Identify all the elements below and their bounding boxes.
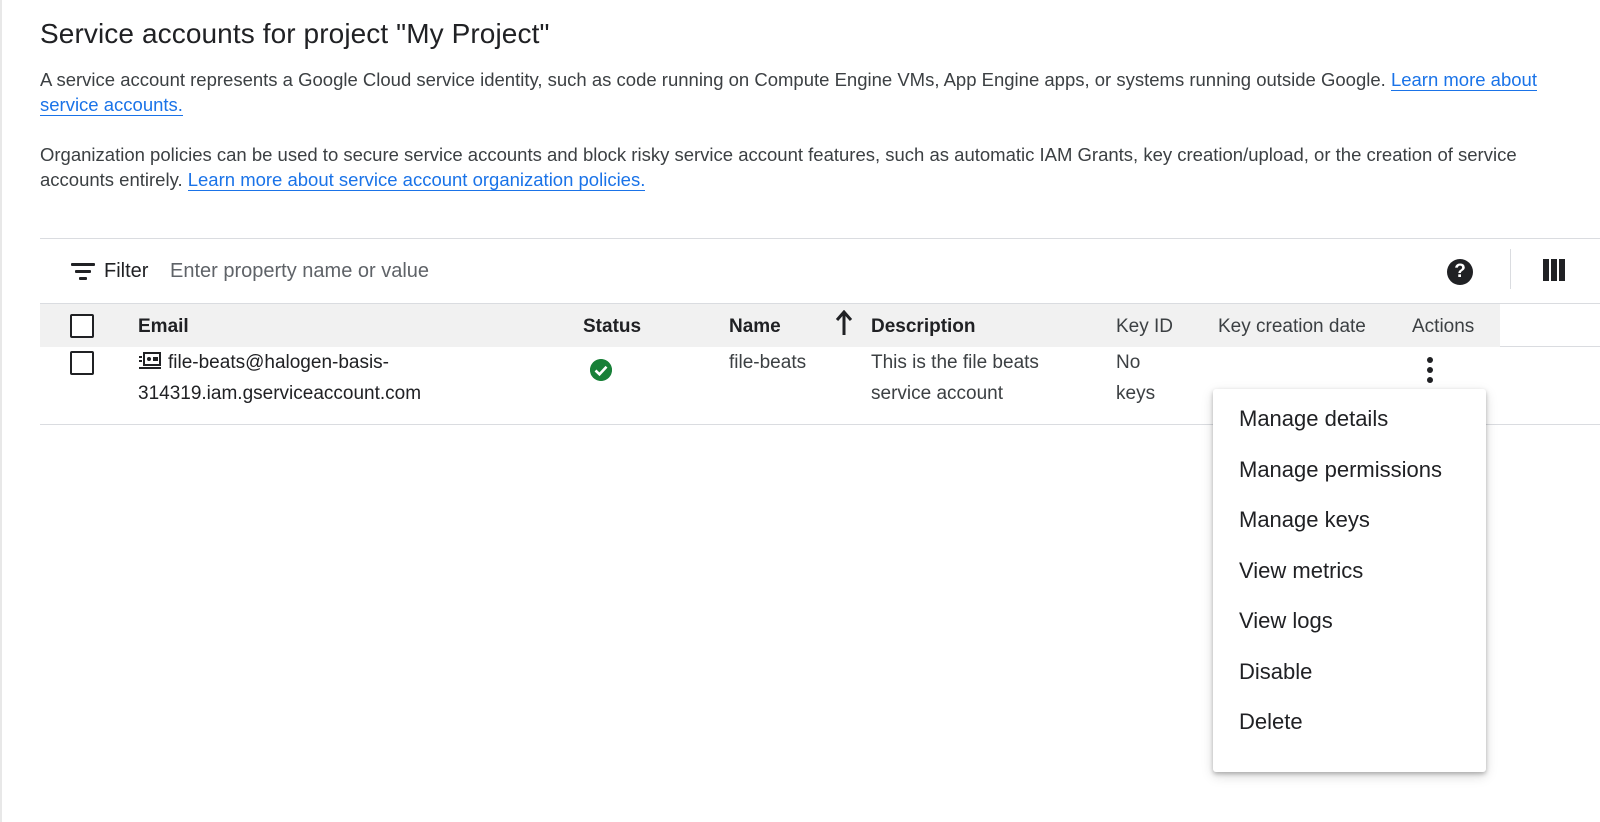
intro-paragraph: A service account represents a Google Cl…: [40, 67, 1565, 117]
policy-paragraph: Organization policies can be used to sec…: [40, 142, 1565, 192]
column-header-actions: Actions: [1412, 316, 1475, 337]
learn-more-org-policies-link[interactable]: Learn more about service account organiz…: [187, 169, 646, 191]
filter-bar: Filter ?: [40, 238, 1600, 304]
email-line-2[interactable]: 314319.iam.gserviceaccount.com: [138, 378, 558, 409]
service-accounts-page: Service accounts for project "My Project…: [0, 0, 1600, 822]
menu-item-manage-permissions[interactable]: Manage permissions: [1213, 450, 1486, 501]
filter-icon: [70, 260, 96, 282]
check-circle-icon: [590, 359, 612, 381]
row-select-checkbox[interactable]: [70, 351, 94, 375]
filter-input[interactable]: [170, 253, 770, 289]
column-header-description[interactable]: Description: [871, 316, 976, 338]
column-header-name[interactable]: Name: [729, 316, 781, 338]
menu-item-manage-keys[interactable]: Manage keys: [1213, 500, 1486, 551]
intro-text: A service account represents a Google Cl…: [40, 69, 1391, 90]
description-line-2: service account: [871, 383, 1004, 404]
filter-label: Filter: [104, 259, 149, 282]
menu-item-delete[interactable]: Delete: [1213, 702, 1486, 753]
page-title: Service accounts for project "My Project…: [40, 18, 550, 49]
select-all-checkbox[interactable]: [70, 314, 94, 338]
actions-menu: Manage details Manage permissions Manage…: [1213, 389, 1486, 772]
name-cell: file-beats: [729, 352, 807, 373]
key-id-cell: No keys: [1116, 347, 1155, 409]
email-cell: file-beats@halogen-basis- 314319.iam.gse…: [138, 347, 558, 409]
key-id-line-2: keys: [1116, 383, 1156, 404]
service-account-icon: [139, 352, 161, 369]
table-header: Email Status Name Description Key ID Key…: [40, 303, 1500, 347]
table-header-tail: [1500, 303, 1600, 347]
menu-item-manage-details[interactable]: Manage details: [1213, 399, 1486, 450]
menu-item-view-metrics[interactable]: View metrics: [1213, 551, 1486, 602]
filter-button[interactable]: Filter: [70, 257, 148, 285]
column-display-icon[interactable]: [1543, 259, 1565, 281]
column-header-key-creation-date[interactable]: Key creation date: [1218, 316, 1366, 338]
toolbar-divider: [1510, 249, 1511, 289]
sort-ascending-arrow-icon[interactable]: [835, 310, 853, 336]
left-border: [0, 0, 2, 822]
column-header-status[interactable]: Status: [583, 316, 641, 338]
description-cell: This is the file beats service account: [871, 347, 1091, 409]
menu-item-view-logs[interactable]: View logs: [1213, 601, 1486, 652]
email-line-1[interactable]: file-beats@halogen-basis-: [168, 352, 389, 373]
help-icon[interactable]: ?: [1447, 259, 1473, 285]
key-id-line-1: No: [1116, 352, 1141, 373]
menu-item-disable[interactable]: Disable: [1213, 652, 1486, 703]
column-header-email[interactable]: Email: [138, 316, 189, 338]
more-actions-icon[interactable]: [1420, 355, 1440, 385]
description-line-1: This is the file beats: [871, 352, 1039, 373]
column-header-key-id[interactable]: Key ID: [1116, 316, 1173, 338]
